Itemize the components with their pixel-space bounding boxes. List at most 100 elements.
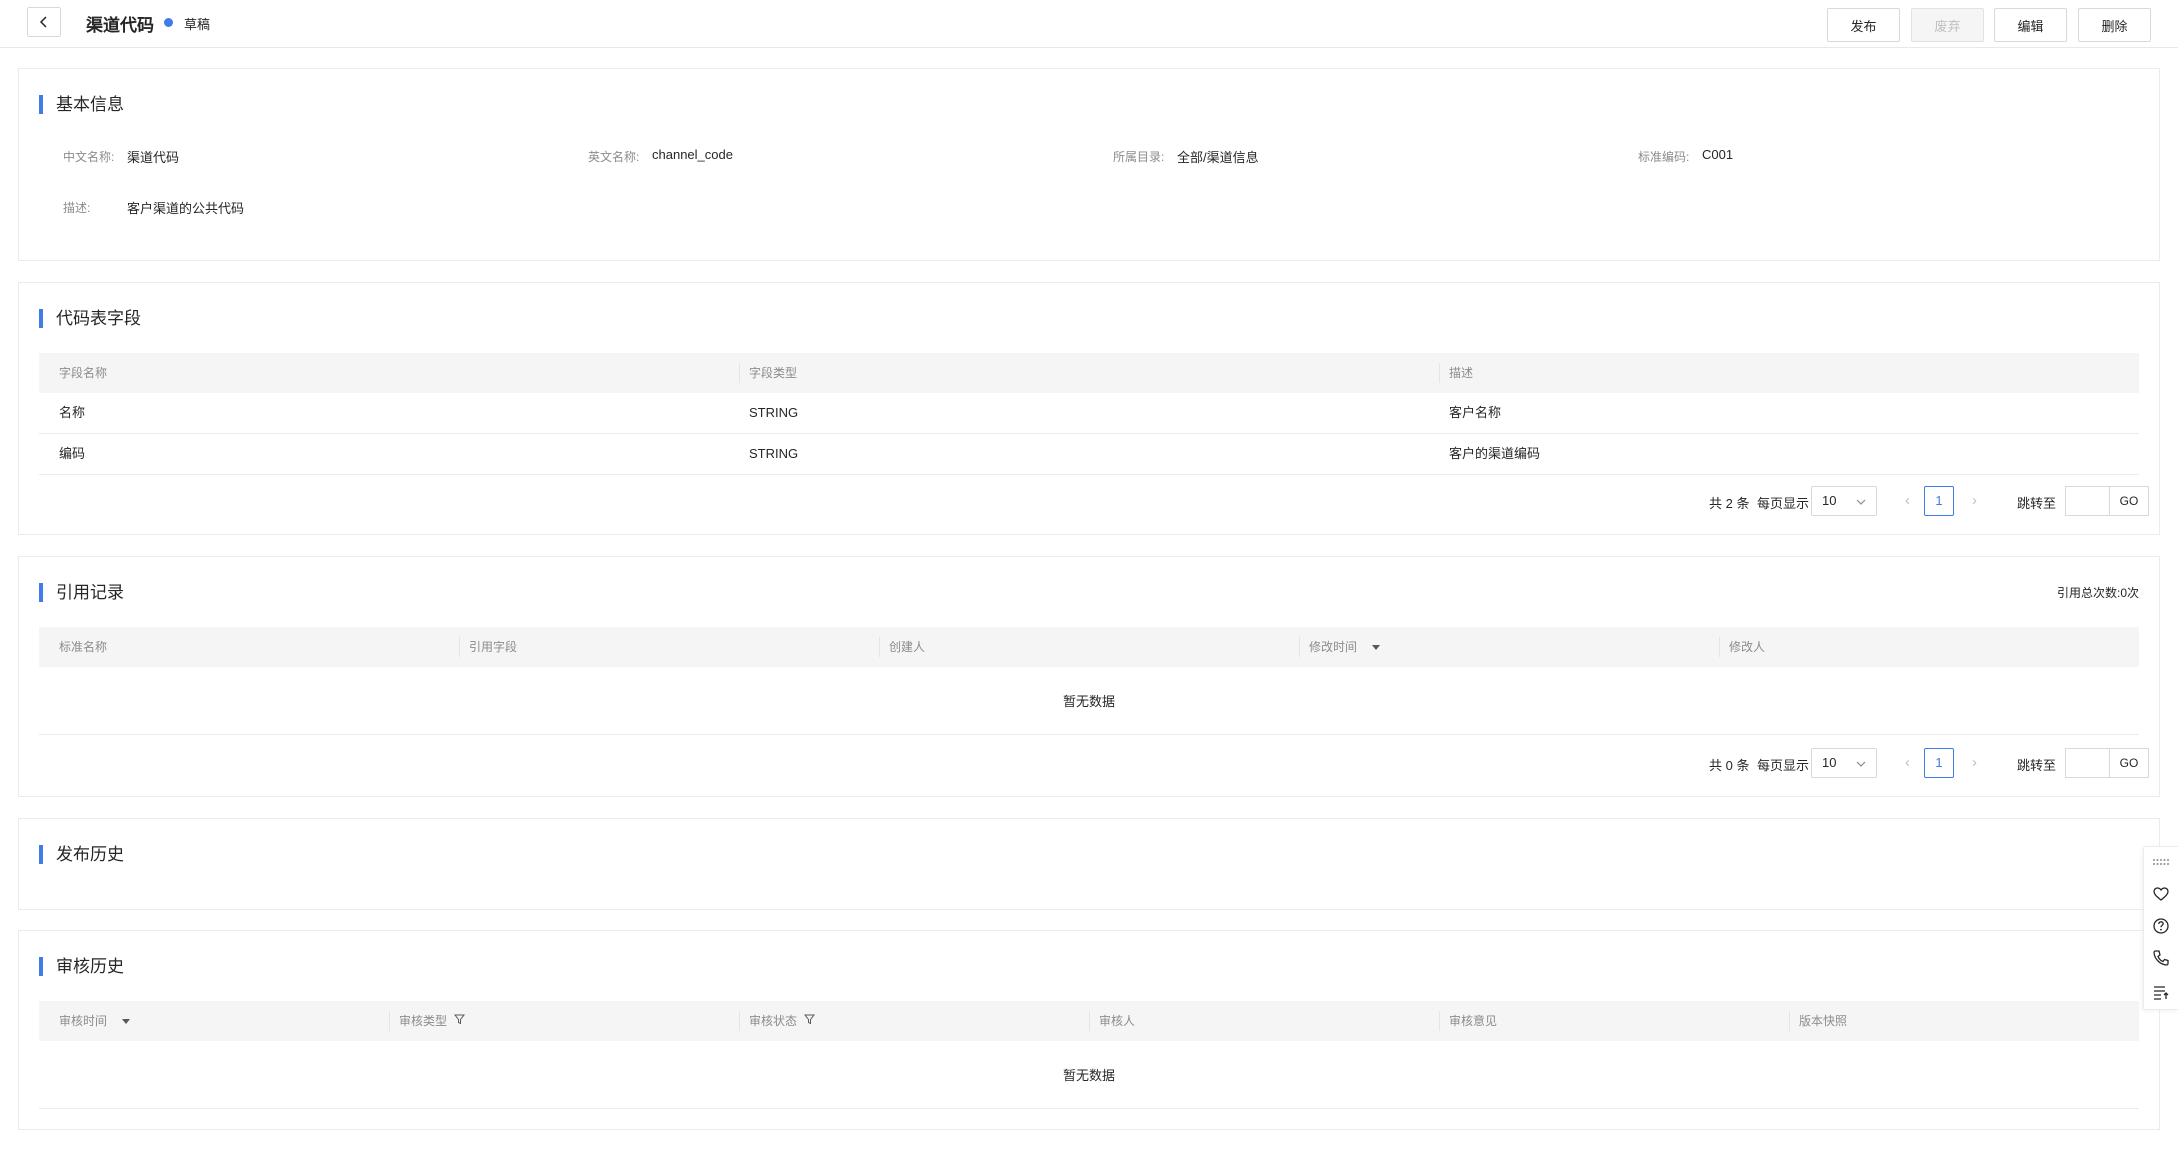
- section-title-publish-history: 发布历史: [39, 845, 124, 864]
- field-value-cn-name: 渠道代码: [127, 150, 180, 165]
- field-value-directory: 全部/渠道信息: [1177, 150, 1259, 165]
- page-number[interactable]: 1: [1924, 486, 1954, 516]
- caret-down-icon[interactable]: [1372, 645, 1381, 651]
- column-header-label: 审核状态: [749, 1014, 798, 1028]
- column-header: 标准名称: [59, 640, 108, 654]
- go-button[interactable]: GO: [2109, 748, 2149, 778]
- column-header: 字段名称: [59, 366, 108, 380]
- next-page-icon[interactable]: ›: [1972, 754, 1977, 771]
- column-header: 创建人: [889, 640, 926, 654]
- column-divider: [459, 637, 460, 657]
- help-circle-icon[interactable]: [2152, 917, 2170, 935]
- column-divider: [739, 363, 740, 383]
- table-header: 字段名称 字段类型 描述: [39, 353, 2139, 393]
- pagination: 共 0 条 每页显示 10 ‹ 1 › 跳转至 GO: [1709, 748, 2149, 778]
- page-size-value: 10: [1822, 493, 1837, 508]
- table-cell: STRING: [749, 405, 799, 420]
- column-header: 描述: [1449, 366, 1474, 380]
- pagination-page-size-label: 每页显示: [1757, 758, 1810, 773]
- section-title-references: 引用记录: [39, 583, 124, 602]
- edit-button[interactable]: 编辑: [1994, 8, 2067, 42]
- column-header: 审核人: [1099, 1014, 1136, 1028]
- table-cell: STRING: [749, 446, 799, 461]
- column-header: 审核意见: [1449, 1014, 1498, 1028]
- pagination: 共 2 条 每页显示 10 ‹ 1 › 跳转至 GO: [1709, 486, 2149, 516]
- field-value-standard-code: C001: [1702, 147, 1734, 162]
- column-header-sortable[interactable]: 审核时间: [59, 1001, 131, 1041]
- column-divider: [389, 1011, 390, 1031]
- column-header: 版本快照: [1799, 1014, 1848, 1028]
- jump-page-input[interactable]: [2065, 748, 2109, 778]
- column-header-label: 审核类型: [399, 1014, 448, 1028]
- review-history-card: 审核历史 审核时间 审核类型 审核状态 审核人 审核意见 版本快照 暂无数据: [18, 930, 2160, 1130]
- field-label-standard-code: 标准编码:: [1638, 150, 1690, 164]
- pagination-total: 共 2 条: [1709, 496, 1750, 511]
- column-header: 修改人: [1729, 640, 1766, 654]
- field-value-en-name: channel_code: [652, 147, 733, 162]
- column-header-filterable[interactable]: 审核类型: [399, 1001, 466, 1041]
- column-header-label: 审核时间: [59, 1014, 108, 1028]
- section-title-code-fields: 代码表字段: [39, 309, 141, 328]
- table-header: 审核时间 审核类型 审核状态 审核人 审核意见 版本快照: [39, 1001, 2139, 1041]
- page-title: 渠道代码: [86, 16, 154, 35]
- go-button[interactable]: GO: [2109, 486, 2149, 516]
- list-icon[interactable]: [2152, 983, 2170, 1001]
- status-badge: 草稿: [184, 17, 211, 32]
- table-header: 标准名称 引用字段 创建人 修改时间 修改人: [39, 627, 2139, 667]
- reference-total-count: 引用总次数:0次: [2056, 586, 2139, 600]
- field-label-description: 描述:: [63, 201, 91, 215]
- prev-page-icon[interactable]: ‹: [1905, 754, 1910, 771]
- pagination-page-size-label: 每页显示: [1757, 496, 1810, 511]
- field-label-directory: 所属目录:: [1113, 150, 1165, 164]
- filter-icon[interactable]: [804, 1014, 816, 1025]
- page-size-select[interactable]: 10: [1811, 486, 1877, 516]
- caret-down-icon[interactable]: [122, 1019, 131, 1025]
- heart-chat-icon[interactable]: [2152, 885, 2170, 903]
- next-page-icon[interactable]: ›: [1972, 492, 1977, 509]
- field-value-description: 客户渠道的公共代码: [127, 201, 245, 216]
- column-header-label: 修改时间: [1309, 640, 1358, 654]
- deprecate-button[interactable]: 废弃: [1911, 8, 1984, 42]
- field-label-en-name: 英文名称:: [588, 150, 640, 164]
- column-divider: [879, 637, 880, 657]
- pagination-jump-label: 跳转至: [2017, 496, 2057, 511]
- phone-icon[interactable]: [2152, 949, 2170, 967]
- column-divider: [1439, 363, 1440, 383]
- column-header-sortable[interactable]: 修改时间: [1309, 627, 1381, 667]
- column-header-filterable[interactable]: 审核状态: [749, 1001, 816, 1041]
- table-cell: 名称: [59, 405, 86, 420]
- page-number[interactable]: 1: [1924, 748, 1954, 778]
- page-header: 渠道代码 草稿 发布 废弃 编辑 删除: [0, 0, 2178, 48]
- column-header: 引用字段: [469, 640, 518, 654]
- delete-button[interactable]: 删除: [2078, 8, 2151, 42]
- back-button[interactable]: [27, 7, 61, 37]
- table-cell: 客户的渠道编码: [1449, 446, 1541, 461]
- column-divider: [1089, 1011, 1090, 1031]
- drag-dots-icon[interactable]: [2152, 853, 2170, 871]
- column-header: 字段类型: [749, 366, 798, 380]
- pagination-jump-label: 跳转至: [2017, 758, 2057, 773]
- column-divider: [1719, 637, 1720, 657]
- field-label-cn-name: 中文名称:: [63, 150, 115, 164]
- jump-page-input[interactable]: [2065, 486, 2109, 516]
- table-cell: 编码: [59, 446, 86, 461]
- prev-page-icon[interactable]: ‹: [1905, 492, 1910, 509]
- status-dot: [164, 18, 173, 27]
- table-row: 名称 STRING 客户名称: [39, 393, 2139, 434]
- publish-history-card: 发布历史: [18, 818, 2160, 910]
- publish-button[interactable]: 发布: [1827, 8, 1900, 42]
- page-size-select[interactable]: 10: [1811, 748, 1877, 778]
- table-cell: 客户名称: [1449, 405, 1502, 420]
- section-title-basic-info: 基本信息: [39, 95, 124, 114]
- page-size-value: 10: [1822, 755, 1837, 770]
- chevron-left-icon: [39, 16, 47, 28]
- column-divider: [1299, 637, 1300, 657]
- chevron-down-icon: [1856, 761, 1866, 767]
- code-fields-card: 代码表字段 字段名称 字段类型 描述 名称 STRING 客户名称 编码 STR…: [18, 282, 2160, 535]
- floating-toolbar: [2143, 846, 2178, 1010]
- column-divider: [739, 1011, 740, 1031]
- filter-icon[interactable]: [454, 1014, 466, 1025]
- empty-state: 暂无数据: [39, 1041, 2139, 1109]
- pagination-total: 共 0 条: [1709, 758, 1750, 773]
- table-row: 编码 STRING 客户的渠道编码: [39, 434, 2139, 475]
